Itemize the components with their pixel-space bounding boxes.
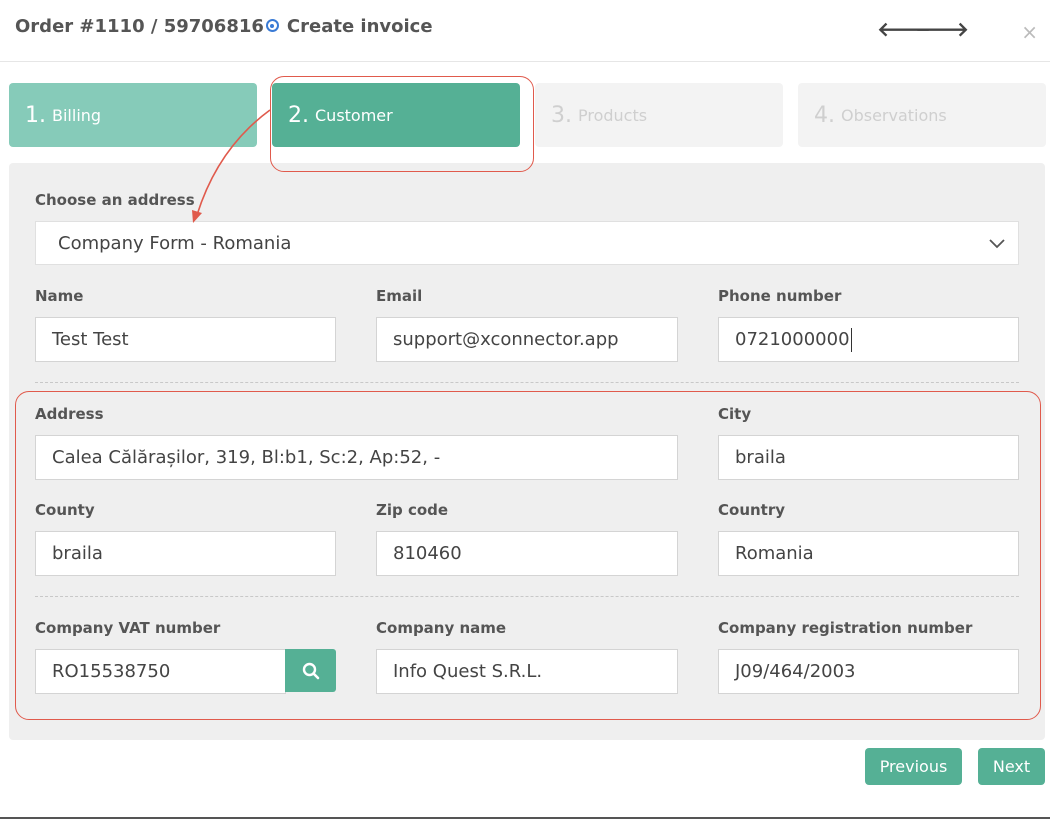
wizard-steps: 1. Billing 2. Customer 3. Products 4. Ob… bbox=[9, 83, 1046, 147]
step-number: 1. bbox=[25, 102, 46, 128]
step-label: Customer bbox=[315, 105, 393, 125]
previous-button[interactable]: Previous bbox=[865, 748, 962, 785]
section-divider bbox=[35, 596, 1019, 597]
arrow-right-icon[interactable]: 🡒 bbox=[915, 14, 969, 44]
search-icon bbox=[302, 662, 319, 679]
county-label: County bbox=[35, 501, 95, 519]
phone-input[interactable]: 0721000000 bbox=[718, 317, 1019, 362]
step-number: 4. bbox=[814, 102, 835, 128]
text-cursor bbox=[850, 327, 852, 352]
city-label: City bbox=[718, 405, 752, 423]
target-icon[interactable] bbox=[265, 19, 279, 32]
choose-address-label: Choose an address bbox=[35, 191, 195, 209]
step-products[interactable]: 3. Products bbox=[535, 83, 783, 147]
address-label: Address bbox=[35, 405, 104, 423]
address-select-value: Company Form - Romania bbox=[58, 232, 292, 254]
step-label: Observations bbox=[841, 105, 947, 125]
county-input[interactable]: braila bbox=[35, 531, 336, 576]
phone-value: 0721000000 bbox=[735, 329, 850, 350]
address-select[interactable]: Company Form - Romania bbox=[35, 221, 1019, 265]
section-divider bbox=[35, 382, 1019, 383]
step-number: 3. bbox=[551, 102, 572, 128]
next-button[interactable]: Next bbox=[978, 748, 1045, 785]
zip-label: Zip code bbox=[376, 501, 449, 519]
phone-label: Phone number bbox=[718, 287, 842, 305]
step-billing[interactable]: 1. Billing bbox=[9, 83, 257, 147]
modal-header: Order #1110 / 59706816 Create invoice 🡐 🡒… bbox=[0, 0, 1050, 62]
address-input[interactable]: Calea Călărașilor, 319, Bl:b1, Sc:2, Ap:… bbox=[35, 435, 678, 480]
close-icon[interactable]: × bbox=[1021, 20, 1038, 44]
country-input[interactable]: Romania bbox=[718, 531, 1019, 576]
company-name-label: Company name bbox=[376, 619, 507, 637]
company-reg-input[interactable]: J09/464/2003 bbox=[718, 649, 1019, 694]
order-number: Order #1110 / 59706816 bbox=[15, 16, 264, 37]
email-label: Email bbox=[376, 287, 423, 305]
step-number: 2. bbox=[288, 102, 309, 128]
vat-label: Company VAT number bbox=[35, 619, 221, 637]
step-observations[interactable]: 4. Observations bbox=[798, 83, 1046, 147]
arrow-left-icon[interactable]: 🡐 bbox=[877, 14, 931, 44]
zip-input[interactable]: 810460 bbox=[376, 531, 678, 576]
bottom-divider bbox=[0, 817, 1050, 819]
vat-input[interactable]: RO15538750 bbox=[35, 649, 286, 694]
vat-search-button[interactable] bbox=[285, 649, 336, 692]
modal-subtitle: Create invoice bbox=[286, 16, 433, 37]
step-customer[interactable]: 2. Customer bbox=[272, 83, 520, 147]
chevron-down-icon bbox=[989, 239, 1005, 249]
company-name-input[interactable]: Info Quest S.R.L. bbox=[376, 649, 678, 694]
company-reg-label: Company registration number bbox=[718, 619, 973, 637]
name-input[interactable]: Test Test bbox=[35, 317, 336, 362]
step-label: Products bbox=[578, 105, 648, 125]
city-input[interactable]: braila bbox=[718, 435, 1019, 480]
country-label: Country bbox=[718, 501, 786, 519]
modal-title: Order #1110 / 59706816 Create invoice bbox=[15, 16, 433, 37]
email-input[interactable]: support@xconnector.app bbox=[376, 317, 678, 362]
step-label: Billing bbox=[52, 105, 102, 125]
name-label: Name bbox=[35, 287, 84, 305]
